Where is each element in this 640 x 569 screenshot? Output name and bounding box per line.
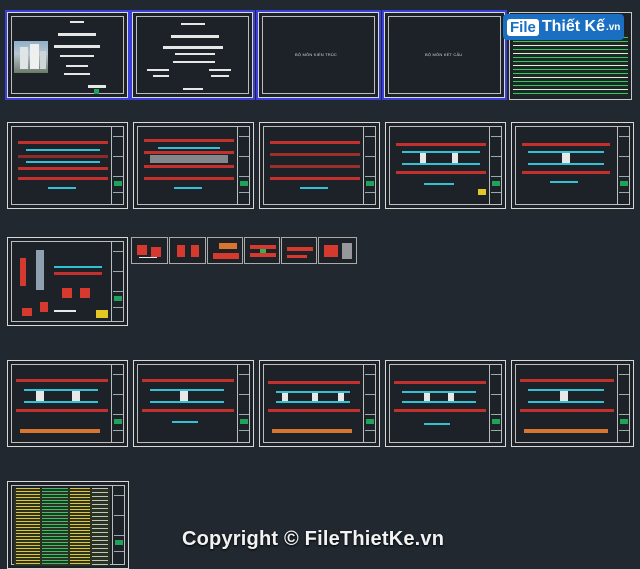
plan-caption bbox=[48, 187, 76, 189]
structural-drawing bbox=[142, 373, 234, 439]
title-bar bbox=[88, 85, 106, 88]
title-bar bbox=[64, 73, 90, 75]
plan-caption bbox=[174, 187, 202, 189]
structural-drawing bbox=[268, 373, 360, 439]
floor-plan-drawing bbox=[270, 137, 360, 181]
title-block bbox=[111, 241, 124, 322]
detail-drawing bbox=[248, 241, 278, 261]
title-bar bbox=[211, 75, 229, 77]
title-block bbox=[489, 364, 502, 443]
detail-drawing bbox=[322, 241, 354, 261]
sheet-detail-small-5[interactable] bbox=[281, 237, 317, 264]
sheet-structural-plan-4[interactable] bbox=[385, 360, 506, 447]
sheet-structural-plan-5[interactable] bbox=[511, 360, 634, 447]
sheet-detail-small-6[interactable] bbox=[318, 237, 357, 264]
sheet-structural-plan-1[interactable] bbox=[7, 360, 128, 447]
sheet-detail-small-3[interactable] bbox=[207, 237, 243, 264]
sheet-floor-plan-2[interactable] bbox=[133, 122, 254, 209]
logo-file-word: File bbox=[507, 18, 539, 36]
cad-model-space[interactable]: BỘ MÔN KIẾN TRÚC BỘ MÔN KẾT CẤU File Thi… bbox=[0, 0, 640, 569]
title-bar bbox=[58, 33, 96, 36]
sheet-cover-1[interactable] bbox=[5, 10, 130, 100]
copyright-watermark: Copyright © FileThietKe.vn bbox=[182, 528, 445, 550]
title-block bbox=[617, 364, 630, 443]
schedule-table bbox=[14, 488, 110, 566]
title-block bbox=[237, 364, 250, 443]
title-block bbox=[363, 364, 376, 443]
floor-plan-drawing bbox=[522, 141, 610, 177]
sheet-floor-plan-5[interactable] bbox=[511, 122, 634, 209]
title-block bbox=[617, 126, 630, 205]
detail-drawing bbox=[173, 241, 203, 261]
structural-drawing bbox=[394, 373, 486, 439]
sheet-detail-small-2[interactable] bbox=[169, 237, 206, 264]
title-bar bbox=[153, 75, 169, 77]
title-block bbox=[111, 364, 124, 443]
sheet-label: BỘ MÔN KẾT CẤU bbox=[425, 52, 463, 57]
sheet-detail-small-4[interactable] bbox=[244, 237, 280, 264]
sheet-floor-plan-3[interactable] bbox=[259, 122, 380, 209]
title-block bbox=[111, 126, 124, 205]
floor-plan-drawing bbox=[396, 139, 486, 179]
title-bar bbox=[147, 69, 169, 71]
drawing-list-table bbox=[513, 35, 628, 96]
title-bar bbox=[181, 23, 205, 25]
sheet-struct-divider[interactable]: BỘ MÔN KẾT CẤU bbox=[382, 10, 507, 100]
logo-brand-word: Thiết Kế bbox=[541, 18, 605, 35]
title-bar bbox=[209, 69, 231, 71]
sheet-structural-plan-3[interactable] bbox=[259, 360, 380, 447]
sheet-structural-plan-2[interactable] bbox=[133, 360, 254, 447]
plan-caption bbox=[424, 183, 454, 185]
sheet-detail-main[interactable] bbox=[7, 237, 128, 326]
structural-drawing bbox=[16, 373, 108, 439]
title-bar bbox=[183, 88, 203, 90]
green-mark bbox=[94, 89, 99, 94]
note-block bbox=[478, 189, 486, 195]
logo-tld: .vn bbox=[605, 21, 621, 33]
sheet-arch-divider[interactable]: BỘ MÔN KIẾN TRÚC bbox=[256, 10, 381, 100]
title-bar bbox=[171, 35, 219, 38]
title-bar bbox=[173, 61, 215, 63]
floor-plan-drawing bbox=[144, 137, 234, 181]
detail-drawings bbox=[14, 244, 110, 322]
plan-caption bbox=[550, 181, 578, 183]
sheet-cover-2[interactable] bbox=[130, 10, 255, 100]
title-bar bbox=[175, 53, 215, 55]
sheet-detail-small-1[interactable] bbox=[131, 237, 168, 264]
structural-drawing bbox=[520, 373, 614, 439]
sheet-frame bbox=[136, 16, 249, 94]
floor-plan-drawing bbox=[18, 137, 108, 181]
building-photo bbox=[14, 41, 48, 73]
sheet-floor-plan-4[interactable] bbox=[385, 122, 506, 209]
title-block bbox=[363, 126, 376, 205]
detail-drawing bbox=[211, 241, 241, 261]
detail-drawing bbox=[135, 241, 165, 261]
title-block bbox=[112, 485, 125, 565]
title-bar bbox=[66, 65, 88, 67]
detail-drawing bbox=[285, 241, 315, 261]
title-bar bbox=[70, 21, 84, 23]
sheet-schedule-table[interactable] bbox=[7, 481, 129, 569]
plan-caption bbox=[300, 187, 328, 189]
title-block bbox=[237, 126, 250, 205]
sheet-floor-plan-1[interactable] bbox=[7, 122, 128, 209]
title-block bbox=[489, 126, 502, 205]
title-bar bbox=[163, 46, 223, 49]
title-bar bbox=[54, 45, 100, 48]
sheet-label: BỘ MÔN KIẾN TRÚC bbox=[295, 52, 338, 57]
filethietke-logo: File Thiết Kế .vn bbox=[503, 14, 625, 40]
title-bar bbox=[60, 55, 94, 57]
